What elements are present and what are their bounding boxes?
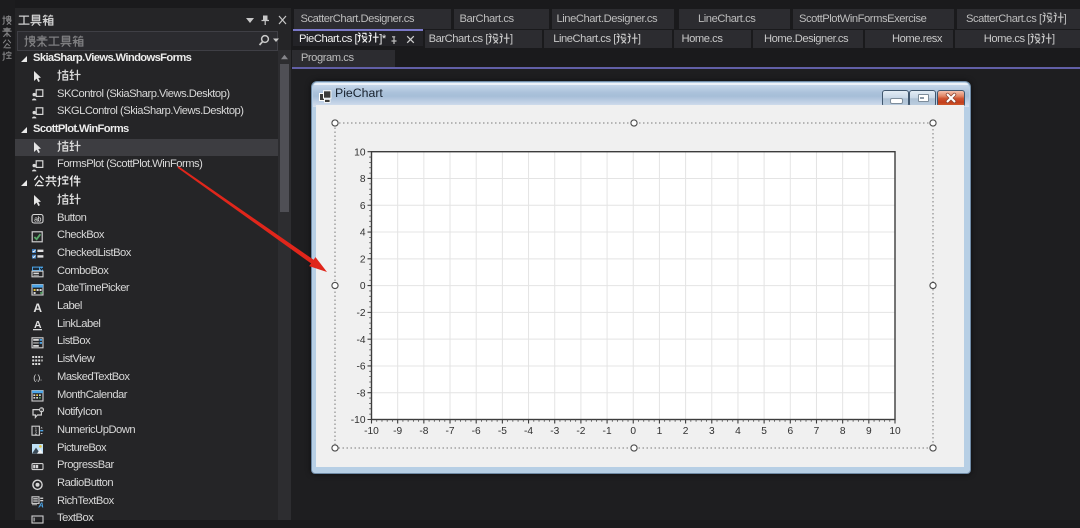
svg-text:7: 7	[814, 426, 820, 437]
svg-text:2: 2	[360, 254, 366, 265]
svg-text:A: A	[37, 501, 43, 508]
svg-text:-2: -2	[356, 308, 365, 319]
svg-text:-8: -8	[356, 388, 365, 399]
svg-text:8: 8	[360, 174, 366, 185]
svg-text:3: 3	[709, 426, 715, 437]
svg-text:-9: -9	[393, 426, 402, 437]
svg-text:6: 6	[360, 201, 366, 212]
svg-text:-6: -6	[356, 362, 365, 373]
svg-text:0: 0	[630, 426, 636, 437]
svg-text:(.).: (.).	[33, 373, 42, 383]
svg-text:1: 1	[657, 426, 663, 437]
svg-text:6: 6	[787, 426, 793, 437]
svg-text:10: 10	[354, 147, 366, 158]
svg-text:-10: -10	[351, 415, 366, 426]
svg-text:-6: -6	[472, 426, 481, 437]
svg-text:-1: -1	[603, 426, 612, 437]
svg-text:2: 2	[683, 426, 689, 437]
svg-text:4: 4	[735, 426, 741, 437]
svg-text:8: 8	[840, 426, 846, 437]
svg-text:-8: -8	[419, 426, 428, 437]
svg-text:9: 9	[866, 426, 872, 437]
svg-text:-4: -4	[356, 335, 365, 346]
svg-text:ab: ab	[34, 216, 41, 223]
svg-text:-3: -3	[550, 426, 559, 437]
svg-text:-10: -10	[364, 426, 379, 437]
svg-text:-2: -2	[576, 426, 585, 437]
svg-text:-5: -5	[498, 426, 507, 437]
svg-text:-4: -4	[524, 426, 533, 437]
svg-text:A: A	[33, 301, 42, 314]
svg-text:10: 10	[889, 426, 901, 437]
svg-text:-7: -7	[445, 426, 454, 437]
svg-text:5: 5	[761, 426, 767, 437]
svg-text:0: 0	[360, 281, 366, 292]
svg-text:4: 4	[360, 228, 366, 239]
